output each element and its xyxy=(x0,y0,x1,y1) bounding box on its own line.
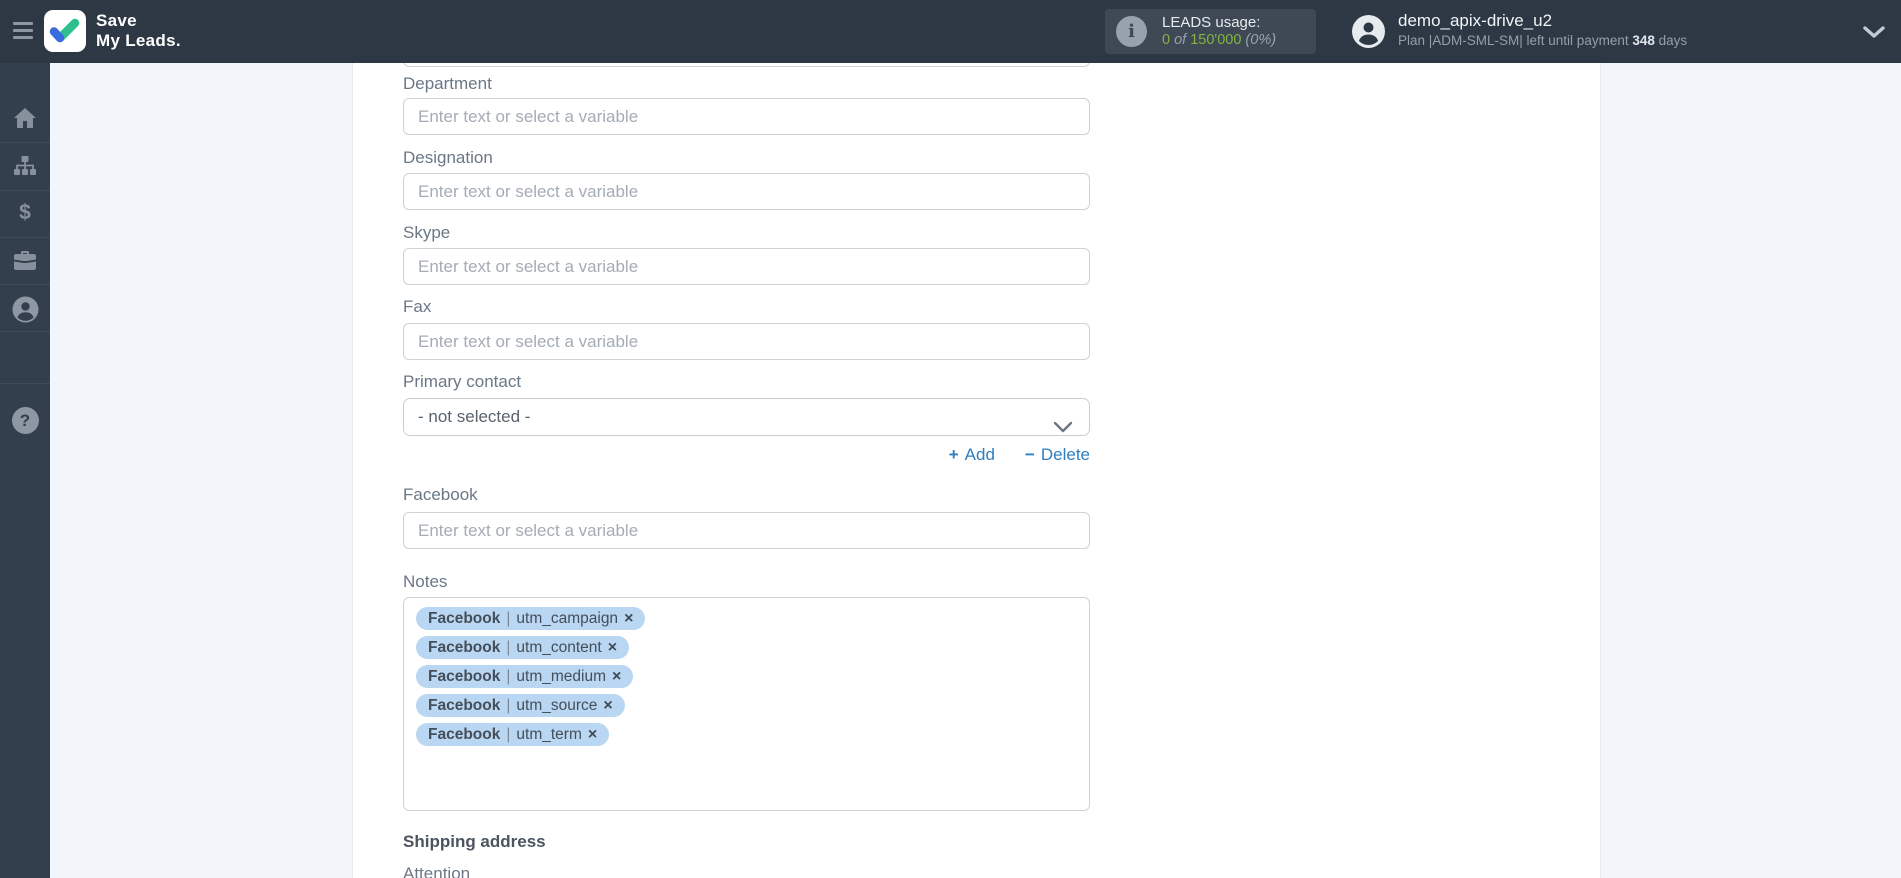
dollar-icon: $ xyxy=(19,201,31,224)
divider xyxy=(0,331,50,332)
chevron-down-icon xyxy=(1053,411,1073,447)
remove-tag-icon[interactable]: × xyxy=(588,726,597,744)
field-label-fax: Fax xyxy=(403,297,431,317)
briefcase-icon xyxy=(13,258,37,275)
list-actions: +Add −Delete xyxy=(403,444,1090,466)
divider xyxy=(0,383,50,384)
divider xyxy=(0,237,50,238)
sidebar-item-connections[interactable] xyxy=(0,155,50,182)
remove-tag-icon[interactable]: × xyxy=(612,668,621,686)
department-input[interactable] xyxy=(403,98,1090,135)
account-name: demo_apix-drive_u2 xyxy=(1398,11,1552,31)
savemyleads-logo[interactable] xyxy=(44,10,86,52)
leads-usage-value: 0 of 150'000 (0%) xyxy=(1162,32,1276,49)
leads-usage-label: LEADS usage: xyxy=(1162,14,1276,32)
home-icon xyxy=(13,116,37,133)
leads-usage-widget[interactable]: i LEADS usage: 0 of 150'000 (0%) xyxy=(1105,9,1316,54)
variable-tag: Facebook|utm_source× xyxy=(416,694,625,717)
plus-icon: + xyxy=(949,444,959,466)
designation-input[interactable] xyxy=(403,173,1090,210)
notes-textarea[interactable]: Facebook|utm_campaign× Facebook|utm_cont… xyxy=(403,597,1090,811)
variable-tag: Facebook|utm_medium× xyxy=(416,665,633,688)
sidebar-item-home[interactable] xyxy=(0,107,50,134)
user-circle-icon xyxy=(12,310,39,327)
add-button[interactable]: +Add xyxy=(949,444,995,466)
remove-tag-icon[interactable]: × xyxy=(608,639,617,657)
sidebar-item-services[interactable] xyxy=(0,250,50,276)
variable-tag: Facebook|utm_term× xyxy=(416,723,609,746)
user-avatar[interactable] xyxy=(1352,15,1385,48)
section-title-shipping-address: Shipping address xyxy=(403,832,546,852)
brand-name: Save My Leads. xyxy=(96,11,181,51)
divider xyxy=(0,284,50,285)
sidebar-item-profile[interactable] xyxy=(0,296,50,328)
divider xyxy=(0,190,50,191)
field-label-facebook: Facebook xyxy=(403,485,478,505)
remove-tag-icon[interactable]: × xyxy=(603,697,612,715)
question-icon: ? xyxy=(12,407,39,434)
sidebar-item-payments[interactable]: $ xyxy=(0,202,50,224)
sidebar-item-help[interactable]: ? xyxy=(0,407,50,434)
delete-button[interactable]: −Delete xyxy=(1025,444,1090,466)
sitemap-icon xyxy=(13,164,37,181)
facebook-input[interactable] xyxy=(403,512,1090,549)
account-plan: Plan |ADM-SML-SM| left until payment 348… xyxy=(1398,33,1687,48)
variable-tag: Facebook|utm_campaign× xyxy=(416,607,645,630)
remove-tag-icon[interactable]: × xyxy=(624,610,633,628)
top-bar: Save My Leads. i LEADS usage: 0 of 150'0… xyxy=(0,0,1901,63)
minus-icon: − xyxy=(1025,444,1035,466)
sidebar: $ ? xyxy=(0,63,50,878)
divider xyxy=(0,142,50,143)
field-label-primary-contact: Primary contact xyxy=(403,372,521,392)
field-label-designation: Designation xyxy=(403,148,493,168)
info-icon: i xyxy=(1116,16,1147,47)
field-label-notes: Notes xyxy=(403,572,447,592)
skype-input[interactable] xyxy=(403,248,1090,285)
account-menu-chevron-icon[interactable] xyxy=(1862,25,1886,44)
field-label-attention: Attention xyxy=(403,864,470,878)
hamburger-menu-icon[interactable] xyxy=(13,22,33,41)
variable-tag: Facebook|utm_content× xyxy=(416,636,629,659)
fax-input[interactable] xyxy=(403,323,1090,360)
field-label-department: Department xyxy=(403,74,492,94)
field-label-skype: Skype xyxy=(403,223,450,243)
primary-contact-select[interactable]: - not selected - xyxy=(403,398,1090,436)
primary-contact-value: - not selected - xyxy=(418,407,530,426)
